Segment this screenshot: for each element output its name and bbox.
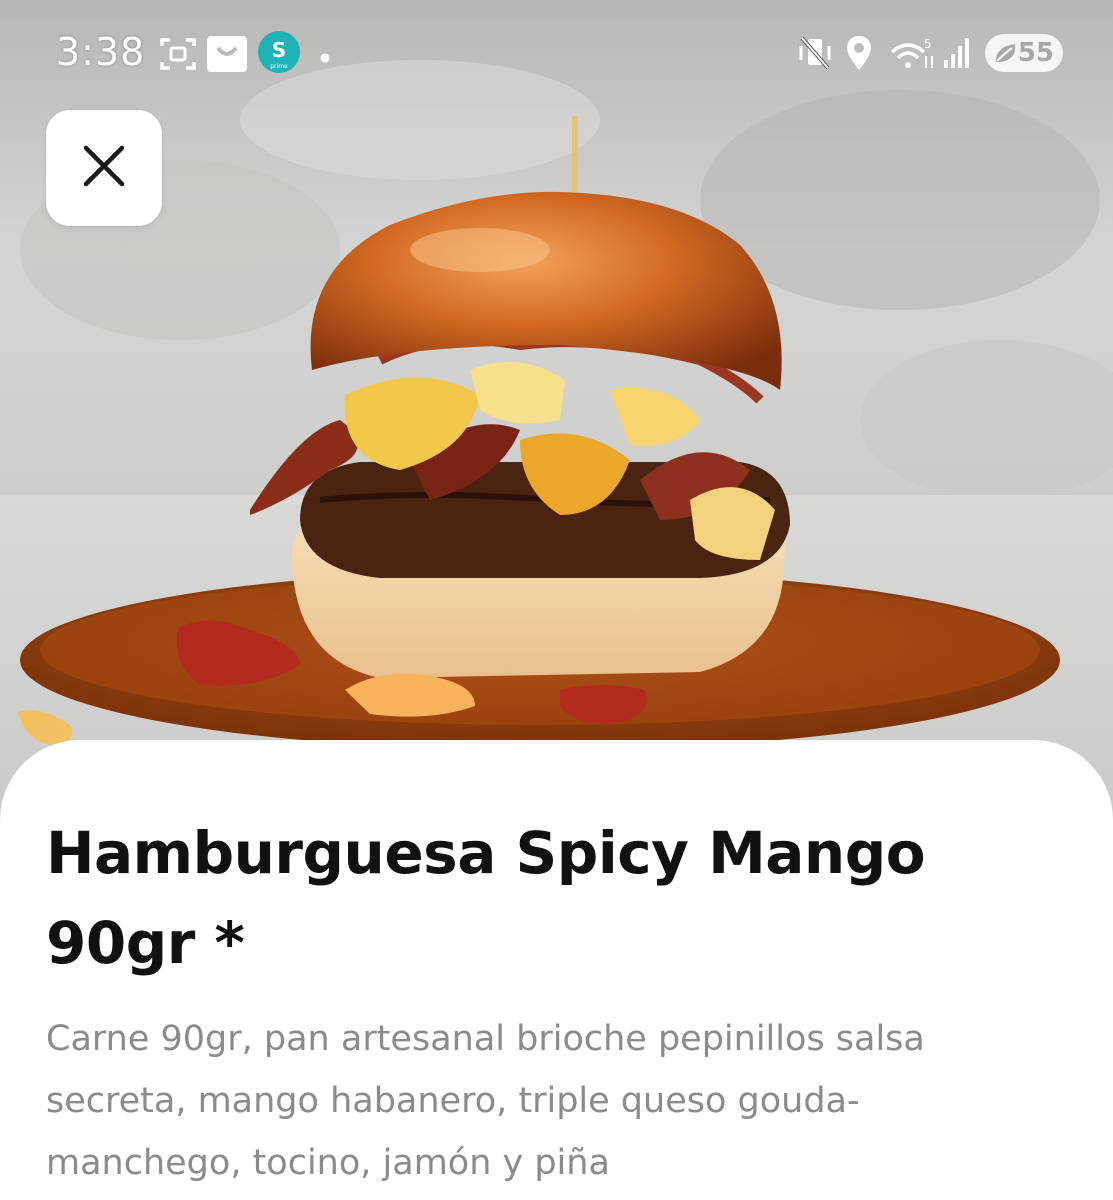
- product-image: [0, 0, 1113, 830]
- close-icon: [80, 142, 128, 194]
- product-title: Hamburguesa Spicy Mango 90gr *: [46, 819, 926, 977]
- vibrate-off-icon: [798, 34, 832, 76]
- battery-saver-icon: [993, 41, 1019, 72]
- wifi-5g-icon: 5: [888, 34, 936, 78]
- svg-text:5: 5: [924, 37, 932, 51]
- notification-dot-icon: [320, 48, 330, 67]
- burger-photo: [0, 60, 1113, 830]
- location-icon: [845, 34, 873, 76]
- s-app-icon: S prime: [257, 30, 301, 78]
- status-time: 3:38: [56, 30, 146, 74]
- screenshot-icon: [158, 36, 198, 76]
- svg-text:S: S: [272, 38, 286, 62]
- battery-level: 55: [1017, 38, 1054, 68]
- product-description: Carne 90gr, pan artesanal brioche pepini…: [46, 1019, 925, 1183]
- close-button[interactable]: [46, 110, 162, 226]
- svg-text:prime: prime: [270, 63, 288, 70]
- signal-icon: [942, 36, 972, 74]
- status-bar: 3:38 S prime 5 55: [0, 0, 1113, 108]
- battery-indicator: 55: [985, 34, 1063, 72]
- shopping-bag-icon: [206, 34, 248, 78]
